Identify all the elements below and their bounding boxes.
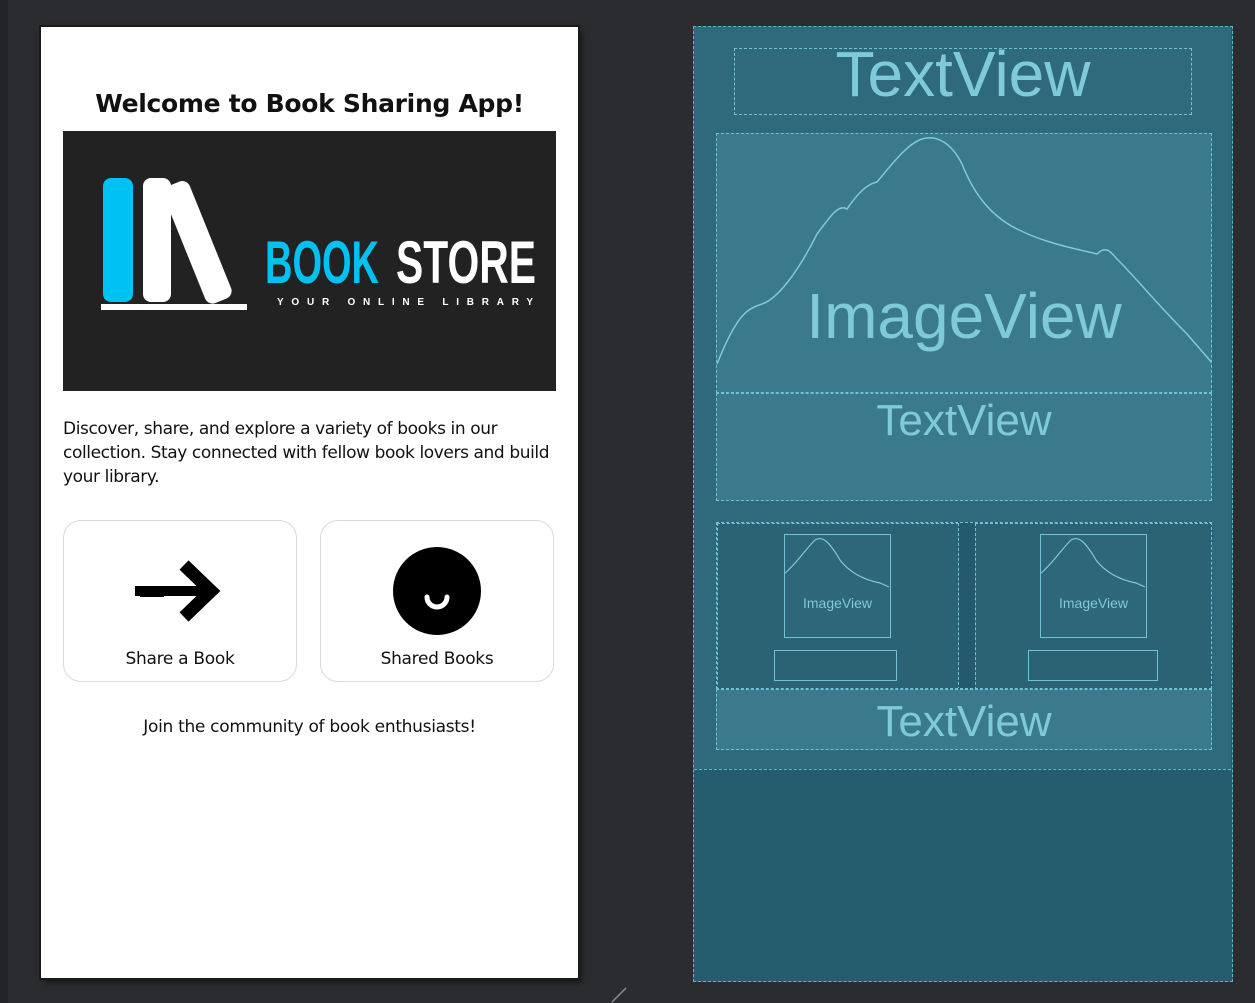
blueprint-small-textview-left[interactable] <box>774 650 897 681</box>
book-store-banner: BOOK STORE YOUR ONLINE LIBRARY <box>63 131 556 391</box>
resize-handle-icon[interactable] <box>610 985 630 1003</box>
canvas-edge <box>0 0 8 1003</box>
blueprint-imageview[interactable]: ImageView <box>716 133 1212 393</box>
page-title: Welcome to Book Sharing App! <box>95 89 524 118</box>
design-preview[interactable]: Welcome to Book Sharing App! BOOK STORE … <box>41 27 578 978</box>
community-text: Join the community of book enthusiasts! <box>143 717 476 737</box>
blueprint-description-textview[interactable]: TextView <box>716 393 1212 501</box>
mountain-placeholder-icon <box>785 538 889 588</box>
blueprint-description-label: TextView <box>876 396 1052 445</box>
blueprint-divider <box>694 769 1231 770</box>
blueprint-imageview-label: ImageView <box>806 280 1122 352</box>
blueprint-small-imageview-left[interactable]: ImageView <box>784 534 891 638</box>
blueprint-share-book-cell[interactable]: ImageView <box>717 523 959 688</box>
share-book-button[interactable]: Share a Book <box>63 520 297 682</box>
brand-tagline: YOUR ONLINE LIBRARY <box>277 297 533 308</box>
brand-book-text: BOOK <box>265 229 379 296</box>
blueprint-title-textview[interactable]: TextView <box>734 48 1192 115</box>
blueprint-footer-textview[interactable]: TextView <box>716 689 1212 750</box>
brand-store-text: STORE <box>396 229 536 296</box>
blueprint-preview[interactable]: TextView ImageView TextView ImageView Im <box>693 26 1233 982</box>
blueprint-buttons-row[interactable]: ImageView ImageView <box>716 522 1212 689</box>
shared-books-label: Shared Books <box>380 649 494 669</box>
blueprint-small-imageview-left-label: ImageView <box>802 595 872 611</box>
share-book-label: Share a Book <box>125 649 235 669</box>
shared-books-button[interactable]: Shared Books <box>320 520 554 682</box>
description-text: Discover, share, and explore a variety o… <box>63 419 550 487</box>
mountain-placeholder-icon <box>1041 538 1145 588</box>
blueprint-shared-books-cell[interactable]: ImageView <box>975 523 1211 688</box>
mountain-placeholder-icon <box>717 137 1211 365</box>
book-store-logo-icon: BOOK STORE YOUR ONLINE LIBRARY <box>101 178 536 310</box>
arrow-right-icon <box>135 560 221 622</box>
blueprint-small-imageview-right[interactable]: ImageView <box>1040 534 1147 638</box>
smile-circle-icon <box>393 547 481 635</box>
blueprint-small-textview-right[interactable] <box>1028 650 1158 681</box>
blueprint-small-imageview-right-label: ImageView <box>1058 595 1128 611</box>
